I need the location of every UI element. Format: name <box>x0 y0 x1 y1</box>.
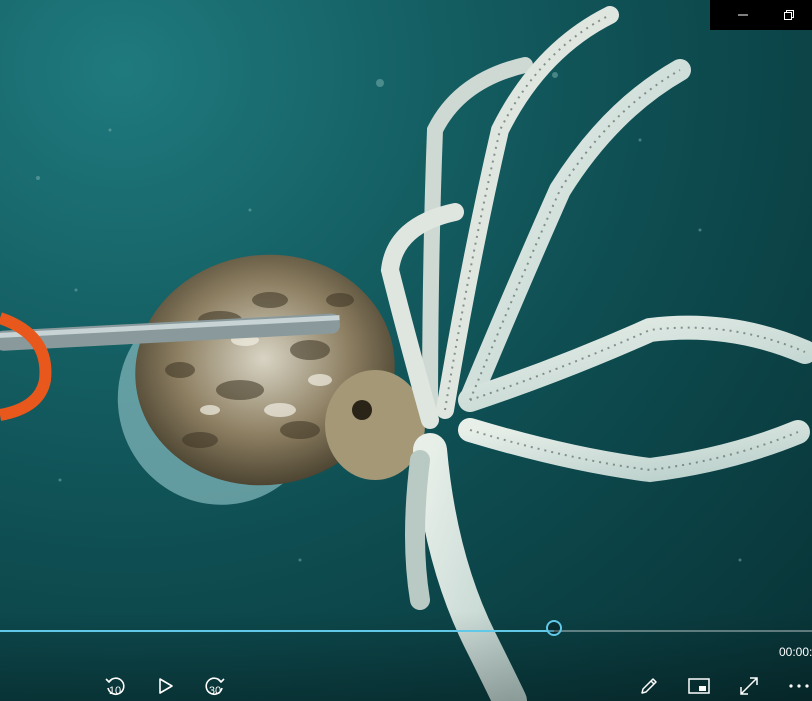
seek-bar-thumb[interactable] <box>545 620 562 636</box>
restore-button[interactable] <box>766 0 812 30</box>
pencil-icon <box>641 678 657 694</box>
minimize-icon <box>738 14 748 16</box>
window-title-bar <box>710 0 812 30</box>
skip-forward-label: 30 <box>208 685 222 697</box>
seek-bar-progress <box>0 630 554 632</box>
skip-back-label: 10 <box>108 685 122 697</box>
play-button[interactable] <box>151 672 181 700</box>
fullscreen-button[interactable] <box>734 672 764 700</box>
seek-bar[interactable] <box>0 630 812 632</box>
mini-view-icon <box>688 678 710 694</box>
skip-forward-30-button[interactable]: 30 <box>200 672 230 700</box>
play-icon <box>159 678 173 694</box>
more-options-button[interactable] <box>784 672 812 700</box>
more-icon <box>789 684 809 688</box>
elapsed-time: 00:00: <box>779 645 812 659</box>
edit-button[interactable] <box>634 672 664 700</box>
video-content-cuttlefish <box>0 6 812 701</box>
skip-back-10-button[interactable]: 10 <box>100 672 130 700</box>
restore-icon <box>784 10 794 20</box>
video-frame[interactable]: 00:00: 10 30 <box>0 0 812 701</box>
mini-view-button[interactable] <box>684 672 714 700</box>
fullscreen-icon <box>740 677 758 695</box>
minimize-button[interactable] <box>720 0 766 30</box>
